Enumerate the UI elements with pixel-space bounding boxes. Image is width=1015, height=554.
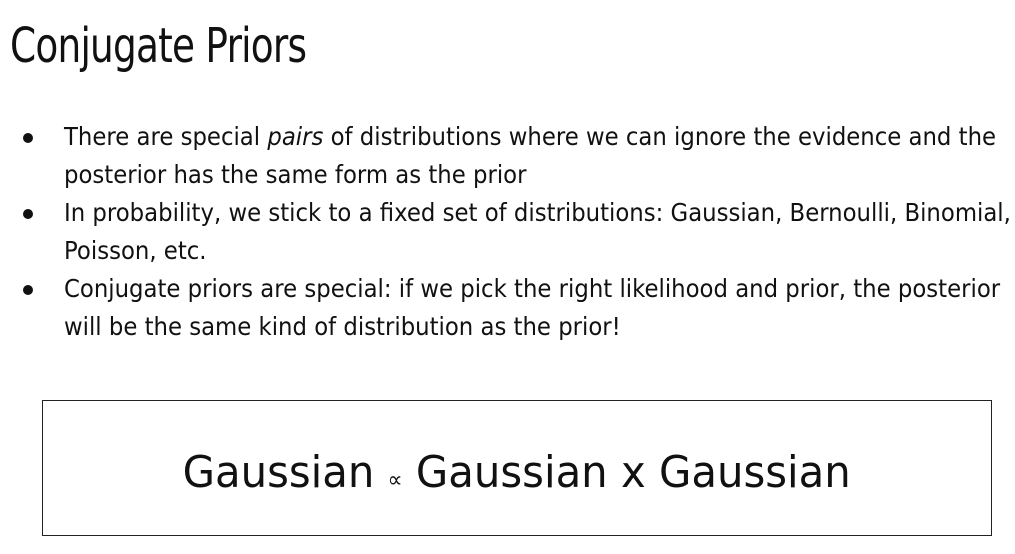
bullet-item: There are special pairs of distributions…: [0, 118, 1015, 194]
bullet-dot-icon: [23, 209, 33, 219]
bullet-text: In probability, we stick to a fixed set …: [64, 198, 1011, 265]
formula: Gaussian ∝ Gaussian x Gaussian: [183, 447, 851, 498]
slide-title: Conjugate Priors: [10, 18, 307, 74]
bullet-item: Conjugate priors are special: if we pick…: [0, 270, 1015, 346]
bullet-item: In probability, we stick to a fixed set …: [0, 194, 1015, 270]
formula-box: Gaussian ∝ Gaussian x Gaussian: [42, 400, 992, 536]
bullet-text: Conjugate priors are special: if we pick…: [64, 274, 1001, 341]
bullet-dot-icon: [23, 285, 33, 295]
bullet-emphasis: pairs: [267, 122, 324, 151]
bullet-dot-icon: [23, 133, 33, 143]
formula-posterior: Gaussian: [182, 446, 375, 498]
proportional-to-symbol: ∝: [387, 467, 403, 493]
slide: Conjugate Priors There are special pairs…: [0, 0, 1015, 554]
formula-likelihood-times-prior: Gaussian x Gaussian: [416, 446, 852, 498]
bullet-text-start: There are special: [64, 122, 268, 151]
bullet-text: There are special pairs of distributions…: [64, 118, 1013, 194]
bullet-list: There are special pairs of distributions…: [0, 118, 1015, 346]
